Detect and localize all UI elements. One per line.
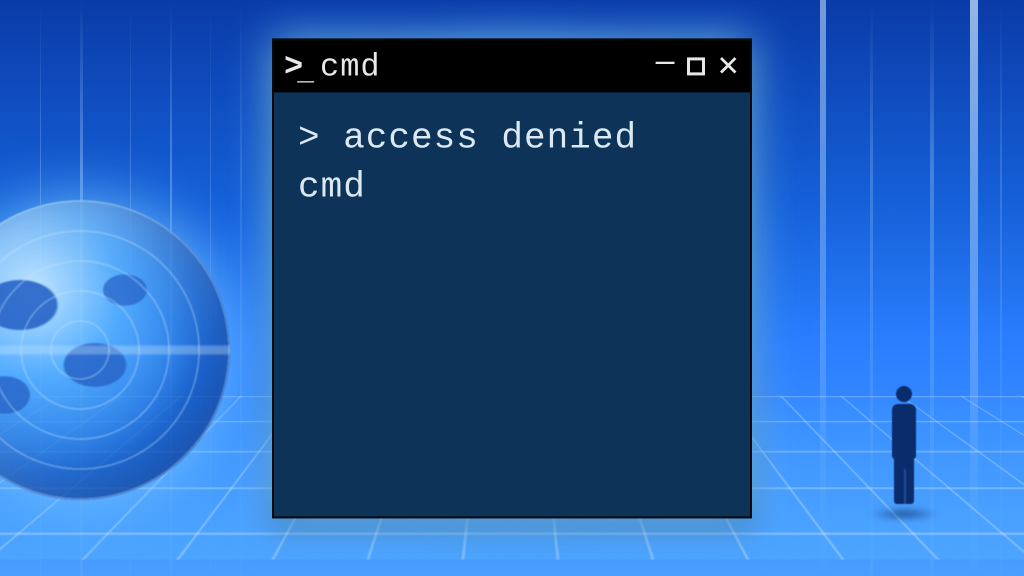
titlebar[interactable]: >_ cmd – ✕: [274, 40, 750, 92]
maximize-button[interactable]: [687, 57, 705, 75]
person-silhouette: [884, 386, 924, 506]
prompt-icon: >_: [284, 48, 310, 85]
window-controls: – ✕: [656, 49, 740, 83]
globe-icon: [0, 200, 230, 500]
minimize-button[interactable]: –: [656, 43, 675, 77]
terminal-output-line: > access denied cmd: [298, 114, 726, 211]
terminal-window[interactable]: >_ cmd – ✕ > access denied cmd: [272, 38, 752, 518]
underscore-icon: _: [297, 57, 310, 88]
figure-shadow: [869, 507, 939, 521]
terminal-body[interactable]: > access denied cmd: [274, 92, 750, 516]
window-title: cmd: [320, 48, 381, 85]
background-scene: >_ cmd – ✕ > access denied cmd: [0, 0, 1024, 576]
close-button[interactable]: ✕: [717, 52, 740, 80]
